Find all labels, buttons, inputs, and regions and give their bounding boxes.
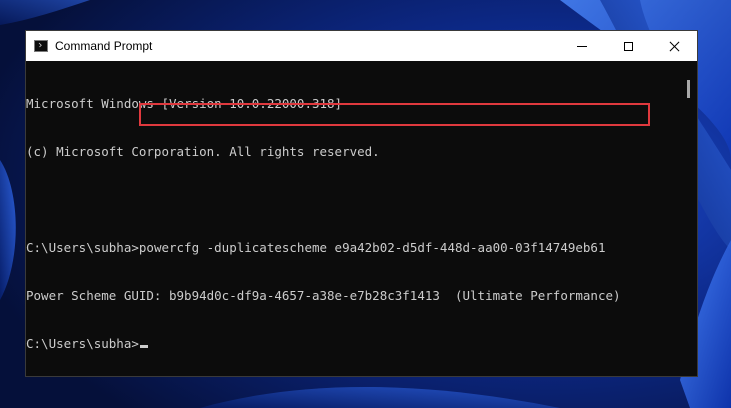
minimize-button[interactable] [559,31,605,61]
typed-command: powercfg -duplicatescheme e9a42b02-d5df-… [138,240,606,255]
console-line: (c) Microsoft Corporation. All rights re… [26,144,380,159]
maximize-button[interactable] [605,31,651,61]
maximize-icon [623,41,633,51]
console-line: Microsoft Windows [Version 10.0.22000.31… [26,96,343,111]
title-bar[interactable]: Command Prompt [26,31,697,61]
vertical-scrollbar[interactable] [682,61,697,376]
scrollbar-thumb[interactable] [687,80,690,98]
command-line: C:\Users\subha>powercfg -duplicatescheme… [26,240,684,256]
minimize-icon [577,45,587,47]
cmd-icon [34,40,48,52]
close-button[interactable] [651,31,697,61]
current-prompt-line[interactable]: C:\Users\subha> [26,336,684,352]
window-title: Command Prompt [55,39,153,53]
text-cursor [139,345,148,348]
close-icon [669,41,680,52]
prompt-text: C:\Users\subha> [26,240,139,255]
command-prompt-window[interactable]: Command Prompt Microsoft Windows [Versio… [25,30,698,377]
prompt-text: C:\Users\subha> [26,336,139,351]
console-line: Power Scheme GUID: b9b94d0c-df9a-4657-a3… [26,288,621,303]
console-output[interactable]: Microsoft Windows [Version 10.0.22000.31… [26,61,684,376]
